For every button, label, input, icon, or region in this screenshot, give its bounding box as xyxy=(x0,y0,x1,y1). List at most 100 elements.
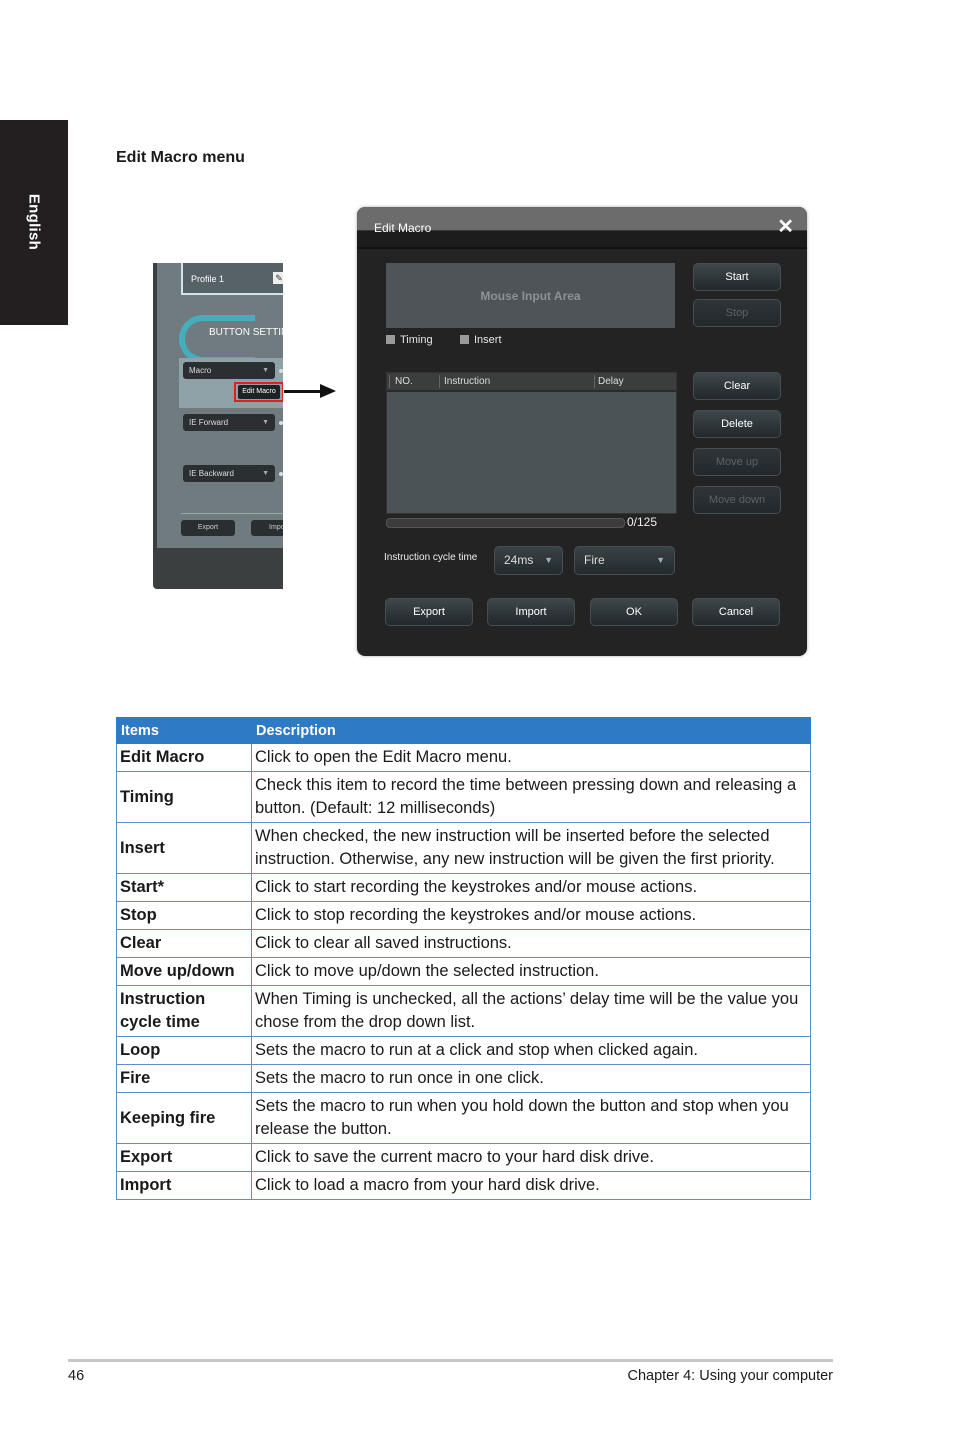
macro-dropdown[interactable]: Macro ▼ xyxy=(183,362,275,379)
table-row: Stop Click to stop recording the keystrok… xyxy=(116,901,811,930)
mouse-input-label: Mouse Input Area xyxy=(480,289,581,303)
insert-checkbox[interactable]: Insert xyxy=(460,334,502,346)
table-row: Start* Click to start recording the keyst… xyxy=(116,873,811,902)
mode-select[interactable]: Fire ▼ xyxy=(574,546,675,575)
table-row: Insert When checked, the new instruction … xyxy=(116,822,811,874)
section-title: Edit Macro menu xyxy=(116,149,245,166)
item-name: Keeping fire xyxy=(116,1092,252,1144)
move-down-button[interactable]: Move down xyxy=(693,486,781,514)
button-settings-panel: Profile 1 ✎ BUTTON SETTIN Macro ▼ Edit Ma… xyxy=(153,263,283,589)
column-header-description: Description xyxy=(251,717,811,744)
item-name: Insert xyxy=(116,822,252,874)
delete-button[interactable]: Delete xyxy=(693,410,781,438)
edit-macro-dialog: Edit Macro ✕ Mouse Input Area Timing Ins… xyxy=(357,207,807,656)
list-header: NO. Instruction Delay xyxy=(387,373,676,392)
item-name: Loop xyxy=(116,1036,252,1065)
item-name: Stop xyxy=(116,901,252,930)
item-description: Check this item to record the time betwe… xyxy=(251,771,811,823)
panel-export-button[interactable]: Export xyxy=(181,520,235,536)
item-name: Timing xyxy=(116,771,252,823)
table-row: Move up/down Click to move up/down the se… xyxy=(116,957,811,986)
instruction-count: 0/125 xyxy=(627,515,658,529)
item-description: Click to move up/down the selected instr… xyxy=(251,957,811,986)
column-divider xyxy=(439,375,440,388)
button-settings-header: BUTTON SETTIN xyxy=(209,327,283,338)
checkbox-label: Insert xyxy=(474,334,502,346)
ie-forward-dropdown[interactable]: IE Forward ▼ xyxy=(183,414,275,431)
table-row: Instruction cycle time When Timing is unc… xyxy=(116,985,811,1037)
ok-button[interactable]: OK xyxy=(590,598,678,626)
select-value: Fire xyxy=(584,553,605,567)
table-row: Keeping fire Sets the macro to run when y… xyxy=(116,1092,811,1144)
item-description: Sets the macro to run at a click and sto… xyxy=(251,1036,811,1065)
item-description: Sets the macro to run when you hold down… xyxy=(251,1092,811,1144)
import-button[interactable]: Import xyxy=(487,598,575,626)
column-delay[interactable]: Delay xyxy=(598,376,624,387)
item-description: Sets the macro to run once in one click. xyxy=(251,1064,811,1093)
item-description: When Timing is unchecked, all the action… xyxy=(251,985,811,1037)
item-description: When checked, the new instruction will b… xyxy=(251,822,811,874)
instruction-progress-bar xyxy=(386,518,625,528)
item-name: Clear xyxy=(116,929,252,958)
item-name: Export xyxy=(116,1143,252,1172)
item-description: Click to save the current macro to your … xyxy=(251,1143,811,1172)
language-tab: English xyxy=(0,120,68,325)
pointer-arrow xyxy=(284,390,324,393)
move-up-button[interactable]: Move up xyxy=(693,448,781,476)
export-button[interactable]: Export xyxy=(385,598,473,626)
column-header-items: Items xyxy=(116,717,252,744)
checkbox-label: Timing xyxy=(400,334,433,346)
table-row: Loop Sets the macro to run at a click and… xyxy=(116,1036,811,1065)
item-name: Move up/down xyxy=(116,957,252,986)
table-row: Import Click to load a macro from your ha… xyxy=(116,1171,811,1200)
clear-button[interactable]: Clear xyxy=(693,372,781,400)
select-value: 24ms xyxy=(504,553,534,567)
table-row: Export Click to save the current macro to… xyxy=(116,1143,811,1172)
divider xyxy=(181,513,283,514)
panel-import-button[interactable]: Impor xyxy=(251,520,283,536)
swoosh-logo-icon xyxy=(179,315,255,363)
item-name: Instruction cycle time xyxy=(116,985,252,1037)
close-icon[interactable]: ✕ xyxy=(777,217,794,237)
column-divider xyxy=(389,375,390,388)
cycle-time-select[interactable]: 24ms ▼ xyxy=(494,546,563,575)
ie-backward-dropdown[interactable]: IE Backward ▼ xyxy=(183,465,275,482)
item-description: Click to load a macro from your hard dis… xyxy=(251,1171,811,1200)
item-name: Fire xyxy=(116,1064,252,1093)
items-description-table: Items Description Edit Macro Click to ope… xyxy=(116,717,811,1200)
start-button[interactable]: Start xyxy=(693,263,781,291)
chevron-down-icon: ▼ xyxy=(262,367,269,374)
page-number: 46 xyxy=(68,1368,85,1384)
mouse-input-area[interactable]: Mouse Input Area xyxy=(386,263,675,328)
chevron-down-icon: ▼ xyxy=(656,555,665,565)
dialog-title: Edit Macro xyxy=(374,221,432,235)
language-label: English xyxy=(25,193,43,251)
cancel-button[interactable]: Cancel xyxy=(692,598,780,626)
column-instruction[interactable]: Instruction xyxy=(444,376,490,387)
chevron-down-icon: ▼ xyxy=(544,555,553,565)
edit-macro-button[interactable]: Edit Macro xyxy=(238,385,280,399)
pencil-icon[interactable]: ✎ xyxy=(273,272,283,284)
table-row: Clear Click to clear all saved instructio… xyxy=(116,929,811,958)
chevron-down-icon: ▼ xyxy=(262,419,269,426)
timing-checkbox[interactable]: Timing xyxy=(386,334,433,346)
dropdown-value: Macro xyxy=(189,366,212,375)
item-description: Click to stop recording the keystrokes a… xyxy=(251,901,811,930)
edit-macro-highlight: Edit Macro xyxy=(234,382,283,402)
column-no[interactable]: NO. xyxy=(395,376,413,387)
table-row: Fire Sets the macro to run once in one cl… xyxy=(116,1064,811,1093)
checkbox-icon xyxy=(460,335,469,344)
arrow-head-icon xyxy=(320,384,336,398)
panel-body: Profile 1 ✎ BUTTON SETTIN Macro ▼ Edit Ma… xyxy=(157,263,283,548)
item-name: Edit Macro xyxy=(116,743,252,772)
chevron-down-icon: ▼ xyxy=(262,470,269,477)
profile-label: Profile 1 xyxy=(191,274,225,284)
instruction-list[interactable]: NO. Instruction Delay xyxy=(386,372,677,514)
checkbox-icon xyxy=(386,335,395,344)
profile-box[interactable]: Profile 1 ✎ xyxy=(181,263,283,295)
chapter-title: Chapter 4: Using your computer xyxy=(627,1368,833,1384)
stop-button[interactable]: Stop xyxy=(693,299,781,327)
dialog-title-bar: Edit Macro ✕ xyxy=(357,207,807,249)
title-separator xyxy=(357,247,807,249)
footer-divider xyxy=(68,1359,833,1362)
